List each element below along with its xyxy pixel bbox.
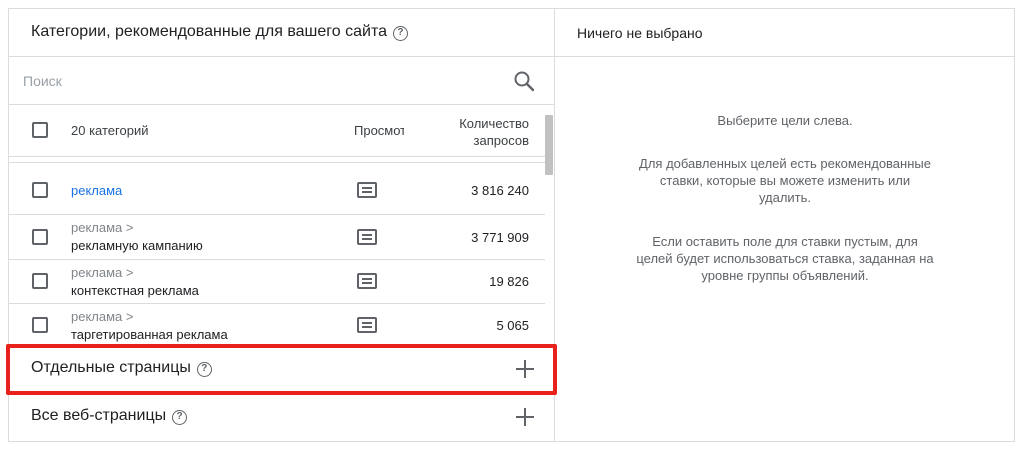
- table-row[interactable]: реклама > контекстная реклама 19 826: [9, 260, 545, 304]
- selection-title: Ничего не выбрано: [577, 25, 703, 41]
- category-name[interactable]: реклама: [71, 183, 122, 198]
- plus-icon[interactable]: [514, 406, 536, 428]
- row-checkbox[interactable]: [32, 182, 48, 198]
- column-queries: Количество запросов: [441, 115, 529, 149]
- categories-header: Категории, рекомендованные для вашего са…: [9, 9, 554, 57]
- section-title-text: Отдельные страницы: [31, 359, 191, 376]
- row-checkbox[interactable]: [32, 317, 48, 333]
- hint-text-2: Для добавленных целей есть рекомендованн…: [600, 155, 970, 206]
- selection-panel: Ничего не выбрано Выберите цели слева. Д…: [554, 9, 1015, 441]
- hint-line: целей будет использоваться ставка, задан…: [636, 251, 934, 266]
- table-row[interactable]: реклама 3 816 240: [9, 163, 545, 215]
- category-parent: реклама >: [71, 220, 134, 235]
- section-title: Отдельные страницы?: [31, 359, 212, 377]
- plus-icon[interactable]: [514, 358, 536, 380]
- column-queries-line1: Количество: [459, 116, 529, 131]
- categories-title-text: Категории, рекомендованные для вашего са…: [31, 23, 387, 40]
- hint-line: удалить.: [758, 190, 812, 205]
- preview-icon[interactable]: [357, 182, 377, 198]
- section-title-text: Все веб-страницы: [31, 407, 167, 424]
- help-icon[interactable]: ?: [172, 410, 188, 425]
- section-individual-pages[interactable]: Отдельные страницы?: [9, 345, 554, 392]
- categories-title: Категории, рекомендованные для вашего са…: [31, 23, 408, 41]
- category-name: контекстная реклама: [71, 283, 199, 298]
- hint-line: уровне группы объявлений.: [701, 268, 869, 283]
- row-checkbox[interactable]: [32, 273, 48, 289]
- help-icon[interactable]: ?: [196, 362, 212, 377]
- query-count: 3 816 240: [471, 183, 529, 198]
- query-count: 5 065: [496, 318, 529, 333]
- categories-panel: Категории, рекомендованные для вашего са…: [9, 9, 554, 441]
- header-divider: [9, 156, 545, 157]
- search-icon[interactable]: [512, 69, 536, 93]
- preview-icon[interactable]: [357, 229, 377, 245]
- query-count: 19 826: [489, 274, 529, 289]
- hint-text-3: Если оставить поле для ставки пустым, дл…: [600, 233, 970, 284]
- preview-icon[interactable]: [357, 317, 377, 333]
- category-parent: реклама >: [71, 309, 134, 324]
- category-name: таргетированная реклама: [71, 327, 228, 342]
- hint-text-1: Выберите цели слева.: [600, 112, 970, 129]
- search-input[interactable]: [23, 67, 493, 95]
- select-all-checkbox[interactable]: [32, 122, 48, 138]
- section-all-pages[interactable]: Все веб-страницы?: [9, 393, 554, 440]
- preview-icon[interactable]: [357, 273, 377, 289]
- table-row[interactable]: реклама > таргетированная реклама 5 065: [9, 304, 545, 345]
- category-count: 20 категорий: [71, 123, 149, 138]
- column-queries-line2: запросов: [473, 133, 529, 148]
- selection-header: Ничего не выбрано: [555, 9, 1015, 57]
- hint-line: ставки, которые вы можете изменить или: [659, 173, 911, 188]
- category-name: рекламную кампанию: [71, 238, 203, 253]
- category-list: реклама 3 816 240 реклама > рекламную ка…: [9, 162, 545, 345]
- column-preview: Просмотр: [354, 123, 404, 138]
- hint-line: Для добавленных целей есть рекомендованн…: [639, 156, 931, 171]
- category-parent: реклама >: [71, 265, 134, 280]
- hint-line: Выберите цели слева.: [717, 113, 853, 128]
- row-checkbox[interactable]: [32, 229, 48, 245]
- table-header: 20 категорий Просмотр Количество запросо…: [9, 105, 554, 155]
- query-count: 3 771 909: [471, 230, 529, 245]
- search-bar: [9, 57, 554, 105]
- scrollbar-thumb[interactable]: [545, 115, 553, 175]
- targeting-panel: Категории, рекомендованные для вашего са…: [8, 8, 1015, 442]
- table-row[interactable]: реклама > рекламную кампанию 3 771 909: [9, 215, 545, 260]
- hint-line: Если оставить поле для ставки пустым, дл…: [652, 234, 918, 249]
- help-icon[interactable]: ?: [392, 26, 408, 41]
- section-title: Все веб-страницы?: [31, 407, 188, 425]
